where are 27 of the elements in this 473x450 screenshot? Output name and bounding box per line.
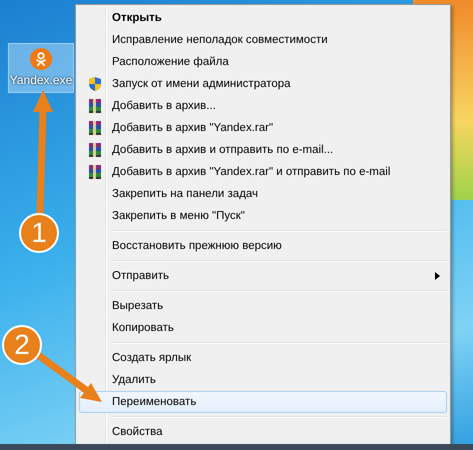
arrow (34, 352, 102, 402)
menu-item[interactable]: Добавить в архив и отправить по e-mail... (79, 139, 447, 161)
menu-item[interactable]: Открыть (79, 7, 447, 29)
menu-item[interactable]: Добавить в архив... (79, 95, 447, 117)
menu-item[interactable]: Вырезать (79, 295, 447, 317)
menu-item[interactable]: Отправить (79, 265, 447, 287)
menu-item[interactable]: Добавить в архив "Yandex.rar" и отправить по e-mail (79, 161, 447, 183)
menu-item[interactable]: Копировать (79, 317, 447, 339)
number-badge: 1 (19, 213, 59, 253)
menu-item[interactable]: Исправление неполадок совместимости (79, 29, 447, 51)
menu-item[interactable]: Свойства (79, 421, 447, 443)
menu-item[interactable]: Расположение файла (79, 51, 447, 73)
menu-item[interactable]: Добавить в архив "Yandex.rar" (79, 117, 447, 139)
menu-item[interactable]: Создать ярлык (79, 347, 447, 369)
menu-item[interactable]: Закрепить на панели задач (79, 183, 447, 205)
books-stack-icon (87, 164, 103, 180)
books-stack-icon (87, 142, 103, 158)
books-stack-icon (87, 120, 103, 136)
menu-item[interactable]: Запуск от имени администратора (79, 73, 447, 95)
shield-icon (87, 76, 103, 92)
menu-item[interactable]: Восстановить прежнюю версию (79, 235, 447, 257)
menu-item[interactable]: Удалить (79, 369, 447, 391)
books-stack-icon (87, 98, 103, 114)
menu-item[interactable]: Переименовать (79, 391, 447, 413)
person-logo-icon (30, 48, 52, 70)
number-badge: 2 (2, 325, 42, 365)
menu-item[interactable]: Закрепить в меню "Пуск" (79, 205, 447, 227)
